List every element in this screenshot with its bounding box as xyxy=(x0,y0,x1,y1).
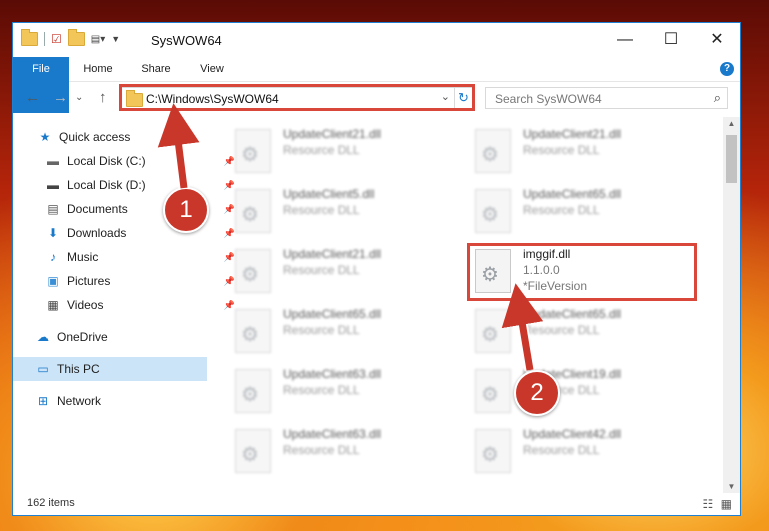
drive-icon: ▬ xyxy=(47,154,59,168)
close-button[interactable]: ✕ xyxy=(694,23,740,57)
list-item[interactable]: UpdateClient21.dll Resource DLL xyxy=(229,245,459,301)
chevron-down-icon[interactable]: ▼ xyxy=(111,34,120,44)
sidebar-item-videos[interactable]: ▦ Videos 📌 xyxy=(13,293,239,317)
maximize-button[interactable]: ☐ xyxy=(648,23,694,57)
search-icon: ⌕ xyxy=(713,90,721,105)
list-item[interactable]: UpdateClient42.dll Resource DLL xyxy=(469,425,699,481)
sidebar-item-quick-access[interactable]: ★ Quick access xyxy=(13,125,231,149)
dll-file-icon xyxy=(475,429,511,473)
dll-file-icon xyxy=(235,189,271,233)
list-item[interactable]: UpdateClient65.dll Resource DLL xyxy=(469,305,699,361)
pictures-icon: ▣ xyxy=(47,274,59,288)
scrollbar-thumb[interactable] xyxy=(726,135,737,183)
scroll-down-icon[interactable]: ▼ xyxy=(723,482,740,491)
scroll-up-icon[interactable]: ▲ xyxy=(723,119,740,128)
sidebar-item-label: OneDrive xyxy=(57,330,108,344)
dll-file-icon xyxy=(235,429,271,473)
sidebar-item-pictures[interactable]: ▣ Pictures 📌 xyxy=(13,269,239,293)
status-bar: 162 items ☷ ▦ xyxy=(13,493,740,515)
dll-file-icon xyxy=(235,249,271,293)
tab-home[interactable]: Home xyxy=(75,57,121,81)
forward-arrow-icon[interactable]: → xyxy=(53,89,68,106)
sidebar-item-label: Local Disk (D:) xyxy=(67,178,146,192)
computer-icon: ▭ xyxy=(37,362,49,376)
window-title: SysWOW64 xyxy=(151,33,222,48)
recent-locations-icon[interactable]: ⌄ xyxy=(75,92,83,103)
star-icon: ★ xyxy=(39,130,51,144)
dll-file-icon xyxy=(475,189,511,233)
sidebar-item-this-pc[interactable]: ▭ This PC xyxy=(13,357,207,381)
sidebar-item-label: Music xyxy=(67,250,99,264)
sidebar-item-label: Downloads xyxy=(67,226,127,240)
tab-share[interactable]: Share xyxy=(133,57,179,81)
network-icon: ⊞ xyxy=(37,394,49,408)
sidebar-item-label: Videos xyxy=(67,298,104,312)
sidebar-item-music[interactable]: ♪ Music 📌 xyxy=(13,245,239,269)
vertical-scrollbar[interactable]: ▲ ▼ xyxy=(723,117,740,493)
quick-access-toolbar: ☑ ▤▾ ▼ xyxy=(21,29,120,46)
videos-icon: ▦ xyxy=(47,298,59,312)
view-toggle: ☷ ▦ xyxy=(703,497,732,511)
sidebar-item-label: Network xyxy=(57,394,102,408)
list-item[interactable]: UpdateClient65.dll Resource DLL xyxy=(469,185,699,241)
list-item[interactable]: UpdateClient63.dll Resource DLL xyxy=(229,425,459,481)
sidebar-item-label: This PC xyxy=(57,362,100,376)
dll-file-icon xyxy=(475,309,511,353)
sidebar-item-label: Pictures xyxy=(67,274,111,288)
dll-file-icon xyxy=(235,369,271,413)
cloud-icon: ☁ xyxy=(37,330,49,344)
sidebar-item-label: Quick access xyxy=(59,130,131,144)
address-highlight-box xyxy=(119,84,475,111)
folder-icon xyxy=(21,29,38,46)
list-item[interactable]: UpdateClient65.dll Resource DLL xyxy=(229,305,459,361)
navigation-pane: ★ Quick access ▬ Local Disk (C:) 📌 ▬ Loc… xyxy=(13,121,235,493)
list-item[interactable]: UpdateClient5.dll Resource DLL xyxy=(229,185,459,241)
customize-toolbar-icon[interactable]: ▤▾ xyxy=(91,34,105,45)
dll-file-icon xyxy=(235,309,271,353)
dll-file-icon xyxy=(235,129,271,173)
callout-1: 1 xyxy=(163,187,209,233)
details-view-icon[interactable]: ☷ xyxy=(703,497,714,511)
minimize-button[interactable]: — xyxy=(602,23,648,57)
help-icon[interactable]: ? xyxy=(720,62,734,76)
item-count: 162 items xyxy=(27,497,75,509)
sidebar-item-label: Documents xyxy=(67,202,128,216)
large-icons-view-icon[interactable]: ▦ xyxy=(721,497,732,511)
dll-file-icon xyxy=(475,129,511,173)
back-arrow-icon[interactable]: ← xyxy=(25,89,40,106)
properties-icon[interactable]: ☑ xyxy=(51,32,62,46)
tab-view[interactable]: View xyxy=(189,57,235,81)
ribbon-tabs: File Home Share View ? xyxy=(13,57,740,113)
search-placeholder: Search SysWOW64 xyxy=(495,92,602,106)
music-icon: ♪ xyxy=(50,250,56,264)
documents-icon: ▤ xyxy=(47,202,59,216)
sidebar-item-onedrive[interactable]: ☁ OneDrive xyxy=(13,325,229,349)
new-folder-icon[interactable] xyxy=(67,29,85,46)
drive-icon: ▬ xyxy=(47,178,59,192)
file-list: UpdateClient21.dll Resource DLL UpdateCl… xyxy=(221,121,721,493)
sidebar-item-local-disk-c[interactable]: ▬ Local Disk (C:) 📌 xyxy=(13,149,239,173)
dll-file-icon xyxy=(475,369,511,413)
list-item[interactable]: UpdateClient21.dll Resource DLL xyxy=(469,125,699,181)
up-arrow-icon[interactable]: ↑ xyxy=(99,89,107,106)
file-highlight-box xyxy=(467,243,697,301)
sidebar-item-label: Local Disk (C:) xyxy=(67,154,146,168)
title-bar: ☑ ▤▾ ▼ SysWOW64 — ☐ ✕ xyxy=(13,23,740,57)
list-item[interactable]: UpdateClient21.dll Resource DLL xyxy=(229,125,459,181)
sidebar-item-local-disk-d[interactable]: ▬ Local Disk (D:) 📌 xyxy=(13,173,239,197)
sidebar-item-downloads[interactable]: ⬇ Downloads 📌 xyxy=(13,221,239,245)
navigation-bar: ← → ⌄ ↑ C:\Windows\SysWOW64 ⌄ ↻ Search S… xyxy=(13,81,740,117)
list-item[interactable]: UpdateClient63.dll Resource DLL xyxy=(229,365,459,421)
list-item[interactable]: UpdateClient19.dll Resource DLL xyxy=(469,365,699,421)
sidebar-item-network[interactable]: ⊞ Network xyxy=(13,389,229,413)
download-icon: ⬇ xyxy=(47,226,59,240)
explorer-window: ☑ ▤▾ ▼ SysWOW64 — ☐ ✕ File Home Share Vi… xyxy=(12,22,741,516)
search-input[interactable]: Search SysWOW64 ⌕ xyxy=(485,87,728,109)
callout-2: 2 xyxy=(514,370,560,416)
